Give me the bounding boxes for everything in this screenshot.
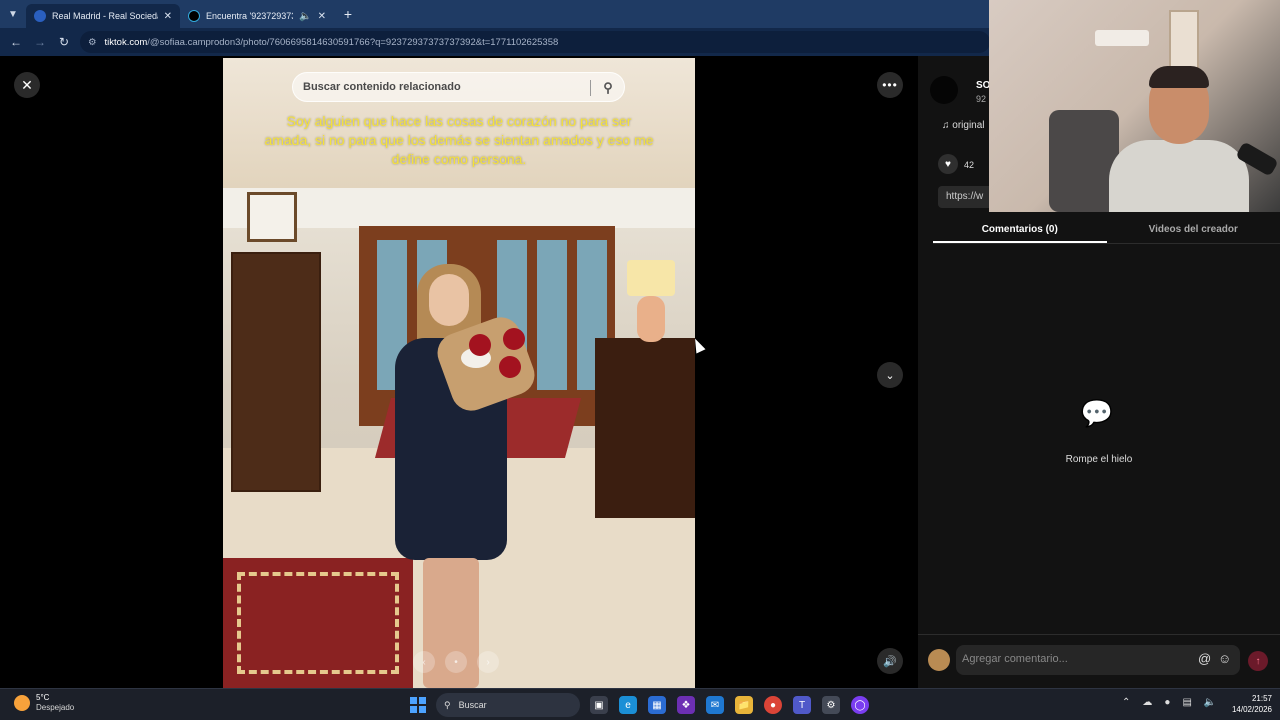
url-path: /@sofiaa.camprodon3/photo/76066958146305… <box>147 36 559 48</box>
photo-post[interactable]: Buscar contenido relacionado ⚲ Soy algui… <box>223 58 695 688</box>
panel-tabs: Comentarios (0) Videos del creador <box>933 220 1280 244</box>
more-icon[interactable]: ••• <box>877 72 903 98</box>
settings-icon[interactable]: ⚙ <box>822 696 840 714</box>
empty-comments-icon: 💬 <box>1080 398 1114 428</box>
search-icon[interactable]: ⚲ <box>598 78 618 98</box>
room-scene <box>223 188 695 688</box>
volume-icon[interactable]: 🔊 <box>877 648 903 674</box>
carousel-next-icon[interactable]: › <box>477 651 499 673</box>
store-icon[interactable]: ▦ <box>648 696 666 714</box>
tab-title: Real Madrid - Real Sociedad on <box>52 11 158 21</box>
send-icon[interactable]: ↑ <box>1248 651 1268 671</box>
emoji-icon[interactable]: ☺ <box>1218 651 1231 666</box>
taskbar-search[interactable]: ⚲ Buscar <box>436 693 580 717</box>
flower-rose <box>469 334 491 356</box>
url-host: tiktok.com <box>104 36 148 48</box>
teams-icon[interactable]: T <box>793 696 811 714</box>
rug-front <box>223 558 413 688</box>
weather-description: Despejado <box>36 703 75 712</box>
search-icon: ⚲ <box>444 699 451 710</box>
comment-bar: Agregar comentario... @ ☺ ↑ <box>918 634 1280 688</box>
search-divider <box>590 80 591 96</box>
weather-icon <box>14 695 30 711</box>
site-info-icon[interactable]: ⚙ <box>88 37 97 48</box>
edge-icon[interactable]: e <box>619 696 637 714</box>
tab-real-madrid[interactable]: Real Madrid - Real Sociedad on ✕ <box>26 4 180 28</box>
close-tab-icon[interactable]: ✕ <box>318 11 326 22</box>
app-icon[interactable]: ◯ <box>851 696 869 714</box>
taskbar-search-label: Buscar <box>458 700 487 710</box>
at-icon[interactable]: @ <box>1198 651 1211 666</box>
clock-date: 14/02/2026 <box>1231 705 1272 714</box>
system-tray: ⌃ ☁ ● ▤ 🔈 <box>1122 697 1216 708</box>
file-explorer-icon[interactable]: 📁 <box>735 696 753 714</box>
search-placeholder: Buscar contenido relacionado <box>303 81 461 93</box>
close-tab-icon[interactable]: ✕ <box>164 11 172 22</box>
wardrobe <box>231 252 321 492</box>
flower-rose <box>499 356 521 378</box>
close-icon[interactable]: ✕ <box>14 72 40 98</box>
wall-picture <box>247 192 297 242</box>
streamer-hair <box>1149 66 1209 88</box>
music-note-icon: ♫ <box>942 120 950 131</box>
visual-studio-icon[interactable]: ❖ <box>677 696 695 714</box>
back-icon[interactable]: ← <box>4 30 28 54</box>
speaker-icon[interactable]: 🔈 <box>1204 697 1216 708</box>
lamp-shade <box>627 260 675 296</box>
task-view-icon[interactable]: ▣ <box>590 696 608 714</box>
tab-list-icon[interactable]: ▼ <box>0 0 26 28</box>
onedrive-icon[interactable]: ☁ <box>1142 697 1152 708</box>
like-count: 42 <box>964 160 975 170</box>
network-icon[interactable]: ▤ <box>1182 697 1191 708</box>
outlook-icon[interactable]: ✉ <box>706 696 724 714</box>
photo-caption: Soy alguien que hace las cosas de corazó… <box>264 113 654 167</box>
clock-time: 21:57 <box>1251 694 1272 703</box>
lamp-base <box>637 296 665 342</box>
chevron-up-icon[interactable]: ⌃ <box>1122 697 1130 708</box>
tiktok-favicon-icon <box>188 10 200 22</box>
chrome-icon[interactable]: ● <box>764 696 782 714</box>
woman-face <box>429 274 469 326</box>
taskbar: 5°C Despejado ⚲ Buscar ▣ e ▦ ❖ ✉ 📁 ● T ⚙… <box>0 688 1280 720</box>
carousel-controls: ‹ • › <box>413 650 505 674</box>
weather-widget[interactable]: 5°C Despejado <box>14 693 74 713</box>
tab-tiktok[interactable]: Encuentra '92372937373737 🔈 ✕ <box>180 4 334 28</box>
carousel-prev-icon[interactable]: ‹ <box>413 651 435 673</box>
photo-viewer: ✕ Buscar contenido relacionado ⚲ Soy alg… <box>0 56 918 688</box>
sideboard <box>595 338 695 518</box>
reload-icon[interactable]: ↻ <box>52 30 76 54</box>
author-handle: 92 <box>976 94 987 104</box>
webcam-overlay <box>989 0 1280 212</box>
tab-creator-videos[interactable]: Videos del creador <box>1107 220 1280 243</box>
microphone-icon[interactable]: ● <box>1164 697 1170 708</box>
chevron-down-icon[interactable]: ⌄ <box>877 362 903 388</box>
flower-rose <box>503 328 525 350</box>
streamer-body <box>1109 140 1249 212</box>
real-madrid-favicon-icon <box>34 10 46 22</box>
carousel-dot[interactable]: • <box>445 651 467 673</box>
music-label: original <box>952 120 985 131</box>
tab-comments[interactable]: Comentarios (0) <box>933 220 1107 243</box>
user-avatar <box>928 649 950 671</box>
empty-comments-text: Rompe el hielo <box>1065 454 1133 465</box>
music-info[interactable]: ♫ original <box>942 120 985 131</box>
temperature: 5°C <box>36 693 50 702</box>
author-avatar[interactable] <box>930 76 958 104</box>
heart-icon[interactable]: ♥ <box>938 154 958 174</box>
tab-title: Encuentra '92372937373737 <box>206 11 293 21</box>
forward-icon[interactable]: → <box>28 30 52 54</box>
windows-start-icon[interactable] <box>410 697 426 713</box>
clock[interactable]: 21:57 14/02/2026 <box>1222 693 1272 715</box>
air-conditioner <box>1095 30 1149 46</box>
related-search-input[interactable]: Buscar contenido relacionado ⚲ <box>292 72 625 102</box>
tab-audio-icon[interactable]: 🔈 <box>299 11 311 22</box>
new-tab-button[interactable]: + <box>338 4 358 24</box>
door-pane <box>537 240 567 390</box>
url-field[interactable]: ⚙ tiktok.com/@sofiaa.camprodon3/photo/76… <box>80 31 990 53</box>
